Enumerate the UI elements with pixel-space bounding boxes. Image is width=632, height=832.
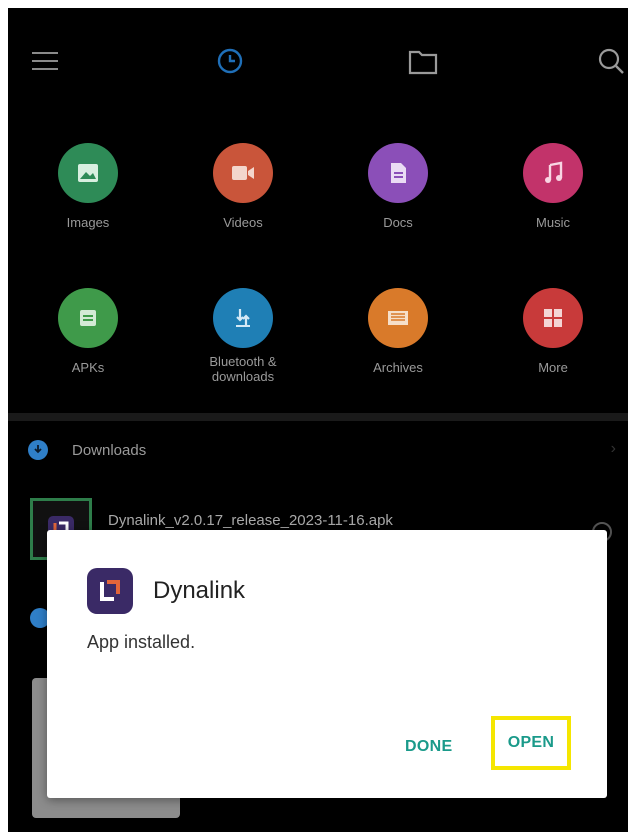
apk-icon [58,288,118,348]
category-images[interactable]: Images [28,143,148,230]
downloads-header[interactable]: Downloads › [28,436,618,464]
category-label: Images [66,215,110,230]
category-label: Archives [373,360,423,375]
search-icon[interactable] [594,44,628,78]
document-icon [368,143,428,203]
dynalink-logo-icon [87,568,133,614]
category-label: Music [536,215,570,230]
file-name: Dynalink_v2.0.17_release_2023-11-16.apk [108,512,393,529]
open-button[interactable]: OPEN [508,734,555,752]
category-label: Docs [383,215,413,230]
app-installed-dialog: Dynalink App installed. DONE OPEN [47,530,607,798]
category-videos[interactable]: Videos [183,143,303,230]
category-more[interactable]: More [493,288,613,375]
archive-icon [368,288,428,348]
grid-icon [523,288,583,348]
folder-icon[interactable] [406,44,440,78]
video-icon [213,143,273,203]
section-divider [8,413,628,421]
category-label: APKs [71,360,105,375]
category-docs[interactable]: Docs [338,143,458,230]
music-icon [523,143,583,203]
category-archives[interactable]: Archives [338,288,458,375]
app-name: Dynalink [153,577,246,604]
top-app-bar [8,8,628,108]
category-label: Bluetooth & downloads [209,354,277,384]
bluetooth-download-icon [213,288,273,348]
category-music[interactable]: Music [493,143,613,230]
downloads-title: Downloads [72,441,147,459]
image-icon [58,143,118,203]
category-bluetooth-downloads[interactable]: Bluetooth & downloads [183,288,303,384]
category-apks[interactable]: APKs [28,288,148,375]
chevron-right-icon: › [610,440,616,457]
menu-icon[interactable] [28,44,62,78]
done-button[interactable]: DONE [405,738,452,756]
category-label: Videos [223,215,263,230]
download-icon [28,440,48,460]
open-button-highlight: OPEN [491,716,571,770]
category-label: More [538,360,568,375]
dialog-message: App installed. [87,632,196,652]
recent-clock-icon[interactable] [213,44,247,78]
